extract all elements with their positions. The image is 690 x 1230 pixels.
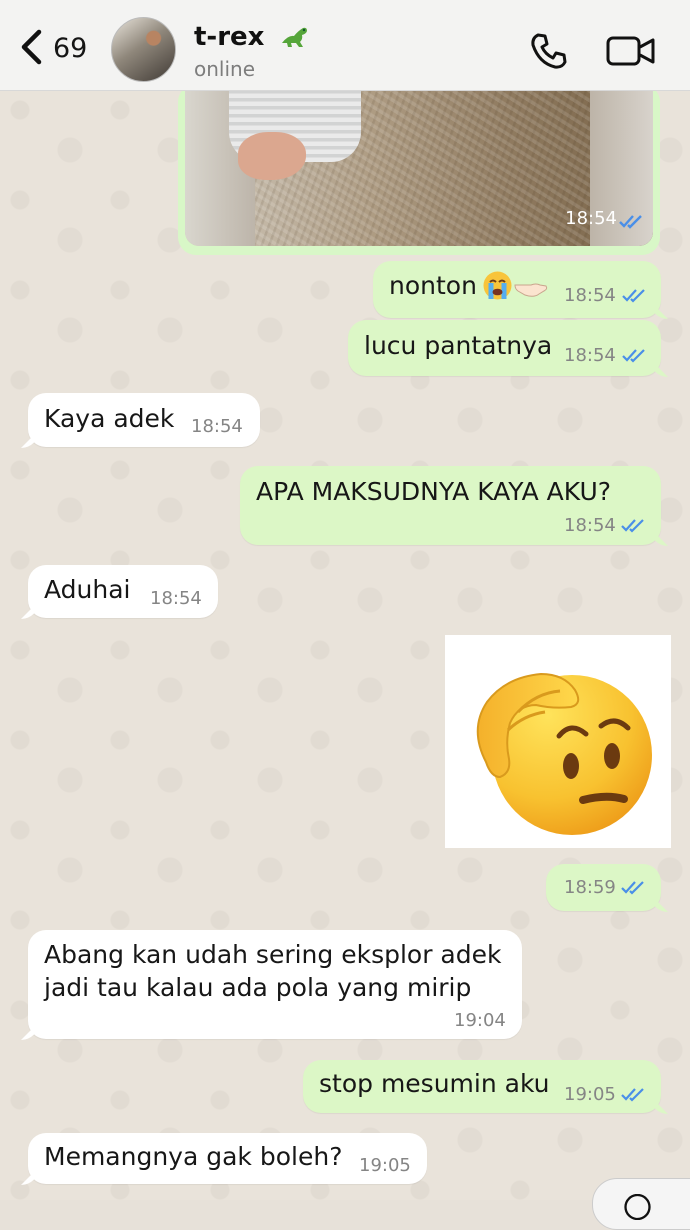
incoming-message[interactable]: Abang kan udah sering eksplor adek jadi … [28,930,522,1039]
sent-photo-message[interactable]: 18:54 [178,84,660,255]
face-with-hand-over-forehead-icon [476,672,652,835]
message-time: 18:59 [564,877,616,898]
message-time: 18:54 [150,588,202,609]
outgoing-image-caption-message[interactable]: 18:59 [546,864,661,911]
contact-name-row[interactable]: t-rex [194,22,310,52]
chat-header: 69 t-rex online [0,0,690,91]
photo-thumbnail[interactable]: 18:54 [185,84,653,246]
message-text-line-1: Abang kan udah sering eksplor adek [44,940,502,969]
contact-name[interactable]: t-rex [194,22,264,52]
incoming-message[interactable]: Memangnya gak boleh? 19:05 [28,1133,427,1184]
phone-call-icon[interactable] [528,30,570,72]
unread-count[interactable]: 69 [53,33,87,64]
sent-emoji-image[interactable] [445,635,671,848]
message-time: 19:05 [564,1084,616,1105]
read-receipt-icon [622,289,645,303]
message-time: 18:54 [191,416,243,437]
back-icon[interactable] [14,27,54,67]
message-text-line-2: jadi tau kalau ada pola yang mirip [44,973,472,1002]
outgoing-message[interactable]: stop mesumin aku 19:05 [303,1060,661,1113]
message-text: Aduhai [44,575,131,604]
read-receipt-icon [619,215,642,229]
chevron-down-icon [624,1194,651,1220]
video-call-icon[interactable] [606,33,656,69]
incoming-message[interactable]: Kaya adek 18:54 [28,393,260,447]
message-text: Kaya adek [44,404,175,433]
outgoing-message[interactable]: APA MAKSUDNYA KAYA AKU? 18:54 [240,466,661,545]
contact-status: online [194,57,256,81]
message-text: APA MAKSUDNYA KAYA AKU? [256,477,612,506]
message-text: lucu pantatnya [364,331,553,360]
message-text: stop mesumin aku [319,1069,550,1098]
message-time: 18:54 [565,208,617,229]
read-receipt-icon [621,881,644,895]
scroll-to-bottom-button[interactable] [592,1178,690,1230]
message-text: nonton [389,271,477,300]
message-time: 18:54 [564,285,616,306]
contact-avatar[interactable] [111,17,176,82]
incoming-message[interactable]: Aduhai 18:54 [28,565,218,618]
read-receipt-icon [621,1088,644,1102]
pointing-hand-emoji-icon [514,283,548,297]
message-time: 18:54 [564,345,616,366]
message-time: 18:54 [564,515,616,536]
read-receipt-icon [622,349,645,363]
t-rex-emoji-icon [281,27,307,47]
message-time: 19:05 [359,1155,411,1176]
outgoing-message[interactable]: lucu pantatnya 18:54 [348,320,661,376]
outgoing-message[interactable]: nonton 18:54 [373,261,661,318]
photo-foot-area [238,132,306,180]
read-receipt-icon [621,519,644,533]
message-time: 19:04 [454,1010,506,1031]
crying-face-emoji-icon [483,271,512,300]
message-text: Memangnya gak boleh? [44,1142,343,1171]
